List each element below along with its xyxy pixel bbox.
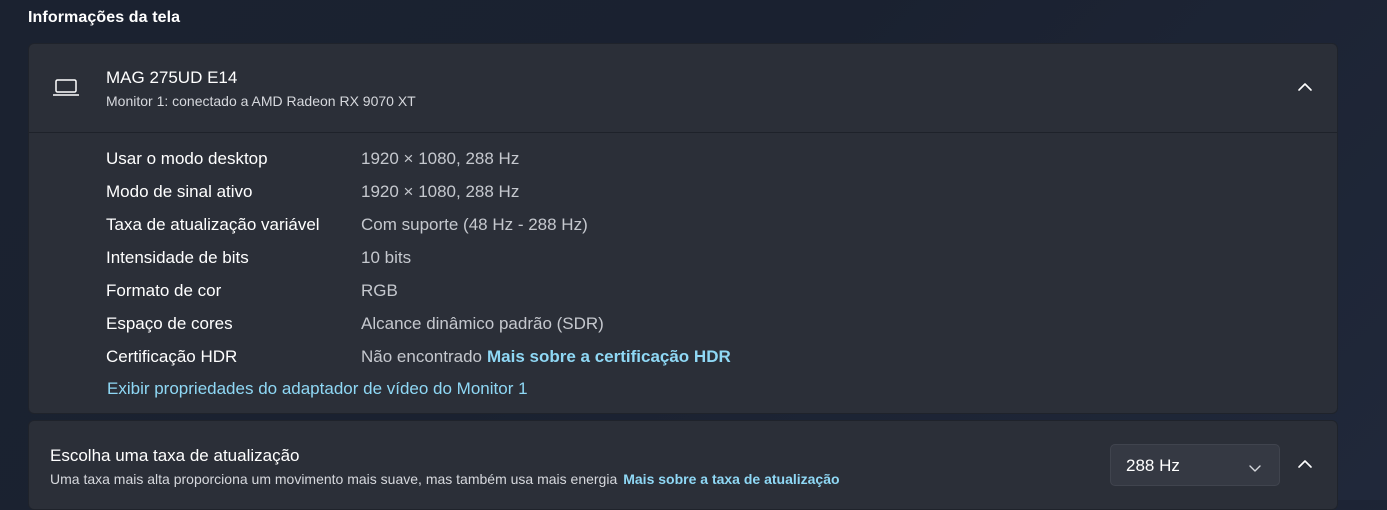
detail-row-variable-refresh: Taxa de atualização variável Com suporte… [29, 213, 1337, 246]
refresh-rate-description-text: Uma taxa mais alta proporciona um movime… [50, 471, 618, 487]
detail-row-active-signal: Modo de sinal ativo 1920 × 1080, 288 Hz [29, 180, 1337, 213]
display-card-header[interactable]: MAG 275UD E14 Monitor 1: conectado a AMD… [29, 44, 1337, 133]
laptop-icon [52, 79, 80, 97]
refresh-rate-title: Escolha uma taxa de atualização [50, 446, 300, 465]
detail-value: Alcance dinâmico padrão (SDR) [361, 314, 604, 333]
detail-label: Espaço de cores [106, 314, 233, 333]
detail-value: 10 bits [361, 248, 412, 267]
detail-value: 1920 × 1080, 288 Hz [361, 149, 520, 168]
detail-value: Com suporte (48 Hz - 288 Hz) [361, 215, 588, 234]
refresh-rate-description: Uma taxa mais alta proporciona um movime… [50, 471, 840, 487]
refresh-rate-card: Escolha uma taxa de atualização Uma taxa… [28, 420, 1338, 510]
chevron-up-icon [1297, 79, 1313, 97]
detail-row-color-space: Espaço de cores Alcance dinâmico padrão … [29, 312, 1337, 345]
detail-label: Certificação HDR [106, 347, 238, 366]
hdr-certification-link[interactable]: Mais sobre a certificação HDR [487, 347, 731, 366]
detail-label: Modo de sinal ativo [106, 182, 253, 201]
refresh-rate-select[interactable]: 288 Hz [1110, 444, 1280, 486]
detail-label: Formato de cor [106, 281, 222, 300]
refresh-rate-info-link[interactable]: Mais sobre a taxa de atualização [623, 471, 839, 487]
detail-label: Taxa de atualização variável [106, 215, 320, 234]
adapter-properties-link[interactable]: Exibir propriedades do adaptador de víde… [107, 379, 528, 399]
detail-row-desktop-mode: Usar o modo desktop 1920 × 1080, 288 Hz [29, 147, 1337, 180]
display-info-card: MAG 275UD E14 Monitor 1: conectado a AMD… [28, 43, 1338, 414]
collapse-refresh-button[interactable] [1291, 451, 1319, 479]
section-title: Informações da tela [28, 9, 181, 26]
monitor-name: MAG 275UD E14 [106, 68, 238, 87]
selected-refresh-rate: 288 Hz [1126, 456, 1180, 475]
detail-label: Usar o modo desktop [106, 149, 268, 168]
chevron-up-icon [1297, 456, 1313, 474]
monitor-connection-status: Monitor 1: conectado a AMD Radeon RX 907… [106, 93, 416, 109]
detail-row-hdr-certification: Certificação HDR Não encontrado Mais sobr… [29, 345, 1337, 378]
collapse-display-button[interactable] [1291, 74, 1319, 102]
chevron-down-icon [1249, 460, 1261, 472]
detail-value: RGB [361, 281, 398, 300]
hdr-status-text: Não encontrado [361, 347, 482, 366]
detail-row-color-format: Formato de cor RGB [29, 279, 1337, 312]
detail-row-bit-depth: Intensidade de bits 10 bits [29, 246, 1337, 279]
detail-label: Intensidade de bits [106, 248, 249, 267]
detail-value-hdr: Não encontrado Mais sobre a certificação … [361, 347, 731, 367]
detail-value: 1920 × 1080, 288 Hz [361, 182, 520, 201]
display-details-list: Usar o modo desktop 1920 × 1080, 288 Hz … [29, 133, 1337, 398]
